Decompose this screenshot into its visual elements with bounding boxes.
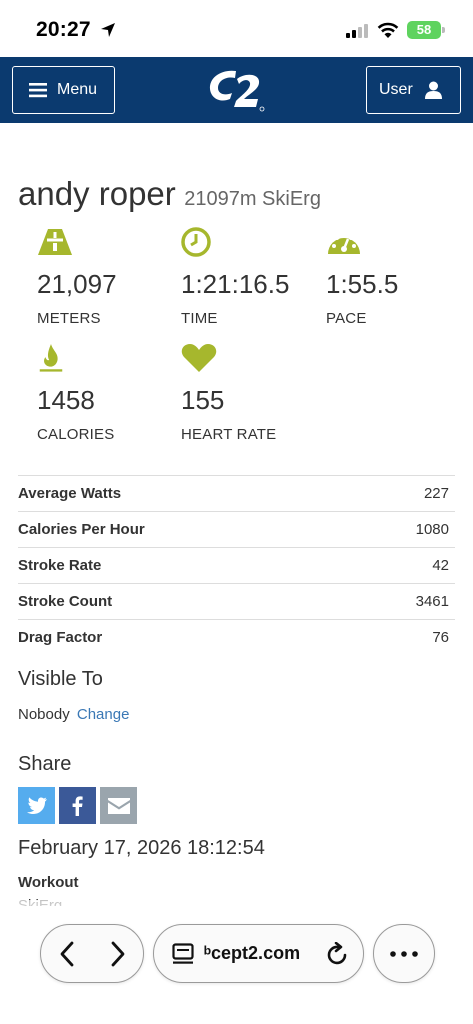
workout-title: andy roper 21097m SkiErg <box>18 175 321 213</box>
stat-label: METERS <box>37 310 101 327</box>
more-options-button[interactable] <box>373 924 435 983</box>
browser-nav-pill <box>40 924 144 983</box>
workout-label: Workout <box>18 874 79 891</box>
metric-label: Calories Per Hour <box>18 521 145 538</box>
user-icon <box>424 81 442 99</box>
menu-label: Menu <box>57 81 98 98</box>
workout-description: 21097m SkiErg <box>184 188 321 210</box>
site-header: Menu C2 User <box>0 57 473 123</box>
metric-label: Stroke Count <box>18 593 113 610</box>
url-text: ᵇcept2.com <box>204 943 301 963</box>
metric-value: 76 <box>432 629 449 646</box>
user-label: User <box>379 81 413 98</box>
envelope-icon <box>107 797 130 814</box>
share-buttons <box>18 787 137 824</box>
speedometer-icon <box>328 232 360 254</box>
wifi-icon <box>377 22 399 38</box>
facebook-icon <box>72 795 83 816</box>
metric-label: Average Watts <box>18 485 122 502</box>
status-time: 20:27 <box>36 18 91 41</box>
status-bar: 20:27 58 <box>0 0 473 57</box>
table-row: Drag Factor 76 <box>18 619 455 655</box>
metric-value: 1080 <box>415 521 449 538</box>
twitter-icon <box>26 797 47 814</box>
stat-label: PACE <box>326 310 367 327</box>
metrics-table: Average Watts 227 Calories Per Hour 1080… <box>18 475 455 655</box>
visible-to-heading: Visible To <box>18 668 103 690</box>
concept2-logo[interactable]: C2 <box>206 65 266 115</box>
stat-label: CALORIES <box>37 426 115 443</box>
stat-value: 1:55.5 <box>326 269 399 299</box>
stat-value: 21,097 <box>37 269 117 299</box>
workout-date: February 17, 2026 18:12:54 <box>18 837 265 859</box>
hamburger-icon <box>29 83 47 98</box>
address-bar[interactable]: ᵇcept2.com <box>153 924 364 983</box>
change-visibility-link[interactable]: Change <box>77 706 130 723</box>
stat-meters: 21,097 METERS <box>37 227 177 327</box>
ellipsis-icon <box>390 950 418 957</box>
user-button[interactable]: User <box>366 66 461 114</box>
table-row: Calories Per Hour 1080 <box>18 511 455 547</box>
menu-button[interactable]: Menu <box>12 66 115 114</box>
stat-calories: 1458 CALORIES <box>37 343 177 443</box>
location-arrow-icon <box>101 23 115 37</box>
stat-value: 1458 <box>37 385 95 415</box>
stat-time: 1:21:16.5 TIME <box>181 227 321 327</box>
clock-icon <box>181 227 211 257</box>
share-twitter-button[interactable] <box>18 787 55 824</box>
table-row: Average Watts 227 <box>18 475 455 511</box>
metric-value: 227 <box>423 485 449 502</box>
share-heading: Share <box>18 753 72 775</box>
visibility-line: Nobody Change <box>18 706 129 723</box>
stat-value: 1:21:16.5 <box>181 269 290 299</box>
metric-value: 3461 <box>415 593 449 610</box>
stat-label: HEART RATE <box>181 426 277 443</box>
reader-mode-icon[interactable] <box>172 942 194 965</box>
reload-icon[interactable] <box>327 941 349 966</box>
battery-indicator: 58 <box>407 21 445 39</box>
metric-label: Stroke Rate <box>18 557 102 574</box>
visibility-value: Nobody <box>18 706 70 723</box>
back-chevron-icon[interactable] <box>59 941 75 967</box>
flame-icon <box>39 343 63 372</box>
road-icon <box>38 229 72 255</box>
table-row: Stroke Count 3461 <box>18 583 455 619</box>
stat-pace: 1:55.5 PACE <box>326 227 466 327</box>
table-row: Stroke Rate 42 <box>18 547 455 583</box>
forward-chevron-icon[interactable] <box>110 941 126 967</box>
stat-heart-rate: 155 HEART RATE <box>181 343 321 443</box>
metric-value: 42 <box>432 557 449 574</box>
stat-label: TIME <box>181 310 218 327</box>
share-facebook-button[interactable] <box>59 787 96 824</box>
athlete-name: andy roper <box>18 175 176 212</box>
heart-icon <box>181 344 217 372</box>
stat-value: 155 <box>181 385 225 415</box>
metric-label: Drag Factor <box>18 629 103 646</box>
cellular-signal-icon <box>346 24 368 38</box>
share-email-button[interactable] <box>100 787 137 824</box>
